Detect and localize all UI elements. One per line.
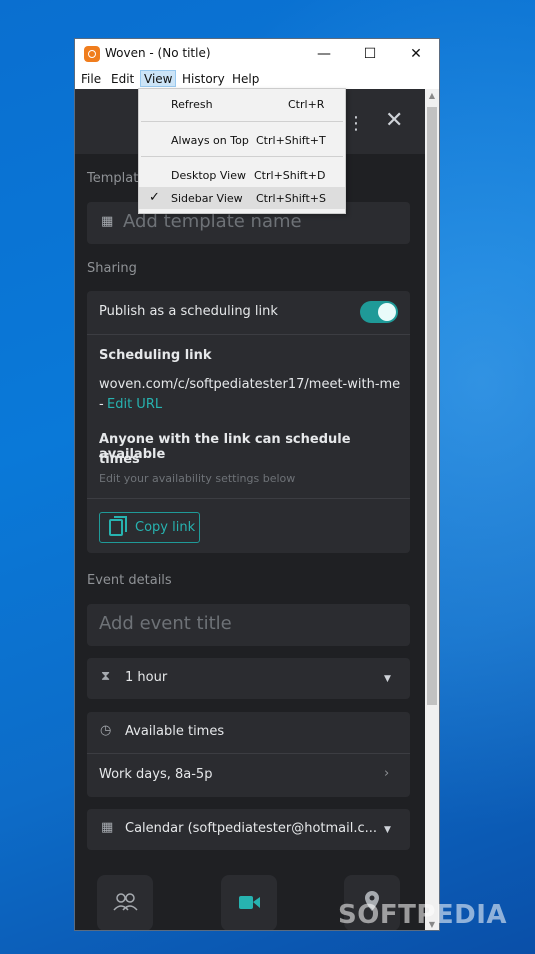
duration-value: 1 hour (125, 670, 168, 685)
scroll-up-icon[interactable]: ▲ (425, 89, 439, 103)
menu-history[interactable]: History (179, 71, 228, 88)
divider (87, 334, 410, 335)
availability-hint: Edit your availability settings below (99, 472, 296, 485)
always-on-top-shortcut: Ctrl+Shift+T (256, 134, 326, 147)
menu-file[interactable]: File (78, 71, 104, 88)
softpedia-watermark: SOFTPEDIA (338, 900, 508, 930)
anyone-heading-line2: times (99, 452, 140, 467)
copy-link-label: Copy link (135, 520, 196, 535)
desktop-view-label: Desktop View (171, 169, 246, 182)
title-bar: Woven - (No title) — ☐ ✕ (75, 39, 439, 69)
template-name-placeholder: Add template name (123, 211, 302, 232)
checkmark-icon: ✓ (149, 190, 160, 205)
scheduling-link-heading: Scheduling link (99, 348, 212, 363)
sharing-card: Publish as a scheduling link Scheduling … (87, 291, 410, 553)
publish-toggle[interactable] (360, 301, 398, 323)
vertical-scrollbar[interactable]: ▲ ▼ (425, 89, 439, 930)
woven-app-icon (84, 46, 100, 62)
menu-item-refresh[interactable]: Refresh Ctrl+R (139, 93, 345, 115)
available-times-label: Available times (125, 724, 225, 739)
chevron-down-icon: ▼ (384, 825, 391, 835)
refresh-shortcut: Ctrl+R (288, 98, 325, 111)
close-window-button[interactable]: ✕ (393, 43, 439, 65)
edit-url-link[interactable]: Edit URL (107, 397, 162, 412)
copy-link-button[interactable]: Copy link (99, 512, 200, 543)
work-days-row[interactable]: Work days, 8a-5p (99, 767, 212, 782)
more-options-icon[interactable]: ⋮ (347, 113, 365, 134)
refresh-label: Refresh (171, 98, 213, 111)
minimize-button[interactable]: — (301, 43, 347, 65)
video-icon (239, 896, 260, 909)
sidebar-content: ⋮ ✕ Template ▦ Add template name Sharing… (75, 89, 425, 930)
people-icon (113, 893, 138, 911)
available-times-card: ◷ Available times Work days, 8a-5p › (87, 712, 410, 797)
calendar-icon: ▦ (101, 214, 114, 229)
view-menu-dropdown: Refresh Ctrl+R Always on Top Ctrl+Shift+… (138, 88, 346, 214)
scroll-thumb[interactable] (427, 107, 437, 705)
clock-icon: ◷ (100, 723, 112, 738)
calendar-icon: ▦ (101, 820, 114, 835)
menu-separator (141, 121, 343, 122)
url-prefix: - (99, 397, 104, 412)
divider (87, 753, 410, 754)
menu-edit[interactable]: Edit (108, 71, 137, 88)
sharing-section-label: Sharing (87, 261, 137, 276)
calendar-select[interactable]: ▦ Calendar (softpediatester@hotmail.c...… (87, 809, 410, 850)
sidebar-view-shortcut: Ctrl+Shift+S (256, 192, 326, 205)
menu-bar: File Edit View History Help (75, 69, 439, 89)
event-title-placeholder: Add event title (99, 613, 232, 634)
anyone-heading-line1: Anyone with the link can schedule availa… (99, 432, 351, 462)
publish-label: Publish as a scheduling link (99, 304, 278, 319)
divider (87, 498, 410, 499)
menu-item-always-on-top[interactable]: Always on Top Ctrl+Shift+T (139, 129, 345, 151)
window-title: Woven - (No title) (105, 46, 211, 60)
menu-item-sidebar-view[interactable]: ✓ Sidebar View Ctrl+Shift+S (139, 187, 345, 209)
video-conference-button[interactable] (221, 875, 277, 930)
menu-item-desktop-view[interactable]: Desktop View Ctrl+Shift+D (139, 164, 345, 186)
menu-view[interactable]: View (140, 70, 177, 87)
menu-help[interactable]: Help (229, 71, 262, 88)
maximize-button[interactable]: ☐ (347, 43, 393, 65)
hourglass-icon: ⧗ (101, 669, 111, 684)
close-panel-icon[interactable]: ✕ (385, 108, 403, 133)
scheduling-url: woven.com/c/softpediatester17/meet-with-… (99, 377, 401, 392)
menu-separator (141, 156, 343, 157)
calendar-value: Calendar (softpediatester@hotmail.c... (125, 821, 378, 836)
copy-icon (109, 516, 127, 536)
event-details-section-label: Event details (87, 573, 172, 588)
duration-select[interactable]: ⧗ 1 hour ▼ (87, 658, 410, 699)
chevron-right-icon: › (384, 766, 390, 781)
sidebar-view-label: Sidebar View (171, 192, 243, 205)
desktop-view-shortcut: Ctrl+Shift+D (254, 169, 326, 182)
guests-button[interactable] (97, 875, 153, 930)
chevron-down-icon: ▼ (384, 674, 391, 684)
event-title-field[interactable]: Add event title (87, 604, 410, 646)
toggle-knob (378, 303, 396, 321)
always-on-top-label: Always on Top (171, 134, 249, 147)
